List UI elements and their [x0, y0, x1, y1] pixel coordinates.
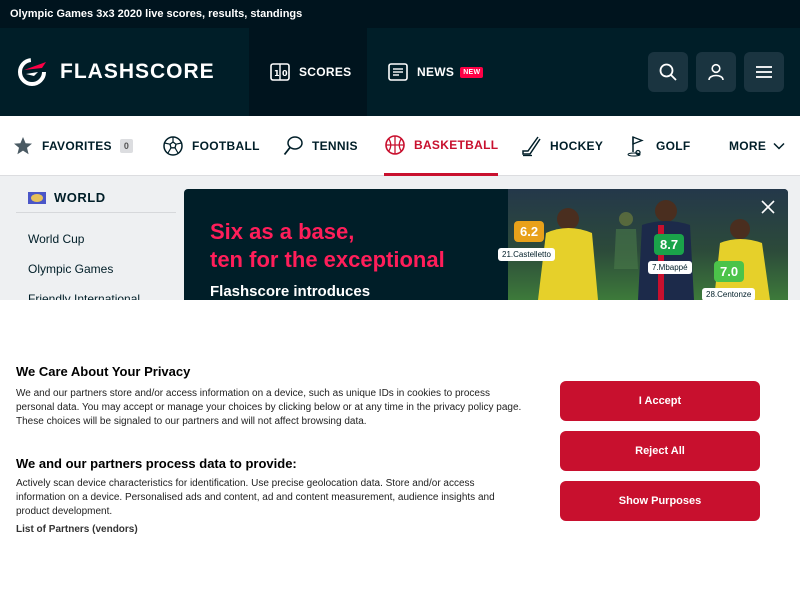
partners-link[interactable]: List of Partners (vendors) [16, 524, 138, 535]
golf-flag-icon [627, 136, 644, 157]
golf-label: GOLF [656, 139, 691, 153]
player-name-label: 7.Mbappé [648, 261, 692, 274]
sport-favorites[interactable]: FAVORITES 0 [12, 116, 134, 176]
players-photo [508, 189, 788, 300]
consent-purposes-text: Actively scan device characteristics for… [16, 478, 495, 517]
search-icon [659, 63, 677, 81]
sport-navigation: FAVORITES 0 FOOTBALL TENNIS BASKETBALL H… [0, 116, 800, 176]
reject-all-button[interactable]: Reject All [560, 431, 760, 471]
nav-news-label: NEWS [417, 65, 455, 79]
search-button[interactable] [648, 52, 688, 92]
basketball-icon [385, 134, 405, 155]
player-rating-badge: 6.2 [514, 221, 545, 242]
flashscore-logo[interactable]: FLASHSCORE [16, 56, 215, 88]
sport-hockey[interactable]: HOCKEY [520, 116, 603, 176]
more-label: MORE [729, 139, 767, 153]
star-icon [14, 137, 32, 155]
sport-tennis[interactable]: TENNIS [282, 116, 358, 176]
user-button[interactable] [696, 52, 736, 92]
football-label: FOOTBALL [192, 139, 260, 153]
banner-subheadline: Flashscore introduces [210, 283, 371, 300]
nav-scores[interactable]: 1 0 SCORES [249, 28, 367, 116]
news-icon [388, 63, 408, 81]
player-rating-badge: 8.7 [654, 234, 685, 255]
sport-football[interactable]: FOOTBALL [162, 116, 260, 176]
tennis-label: TENNIS [312, 139, 358, 153]
svg-text:0: 0 [282, 69, 288, 78]
show-purposes-button[interactable]: Show Purposes [560, 481, 760, 521]
sport-golf[interactable]: GOLF [626, 116, 691, 176]
svg-text:1: 1 [274, 69, 280, 78]
close-icon[interactable] [758, 197, 778, 217]
favorites-label: FAVORITES [42, 139, 112, 153]
hockey-stick-icon [522, 136, 541, 157]
sport-basketball[interactable]: BASKETBALL [384, 116, 499, 176]
consent-description: We and our partners store and/or access … [16, 388, 522, 427]
sport-more[interactable]: MORE [729, 116, 786, 176]
nav-scores-label: SCORES [299, 65, 352, 79]
logo-text: FLASHSCORE [60, 60, 215, 83]
nav-news[interactable]: NEWS NEW [387, 28, 484, 116]
player-rating-badge: 7.0 [714, 261, 745, 282]
consent-subtitle: We and our partners process data to prov… [16, 456, 297, 471]
logo-icon [18, 58, 46, 86]
chevron-down-icon [773, 142, 785, 150]
player-name-label: 28.Centonze [702, 288, 756, 300]
page-title-bar: Olympic Games 3x3 2020 live scores, resu… [0, 0, 800, 28]
player-name-label: 21.Castelletto [498, 248, 555, 261]
privacy-consent-dialog: We Care About Your Privacy We and our pa… [0, 300, 800, 600]
site-header: FLASHSCORE 1 0 SCORES NEWS NEW [0, 28, 800, 116]
sidebar-link-world-cup[interactable]: World Cup [28, 232, 84, 246]
left-sidebar: WORLD World Cup Olympic Games Friendly I… [16, 180, 176, 306]
menu-icon [756, 66, 772, 78]
user-icon [708, 63, 724, 81]
new-badge: NEW [460, 66, 484, 78]
promo-banner[interactable]: Six as a base, ten for the exceptional F… [184, 189, 788, 300]
football-icon [163, 136, 183, 156]
basketball-label: BASKETBALL [414, 137, 499, 152]
world-heading[interactable]: WORLD [28, 190, 106, 205]
scores-icon: 1 0 [270, 63, 290, 81]
hockey-label: HOCKEY [550, 139, 604, 153]
menu-button[interactable] [744, 52, 784, 92]
tennis-racket-icon [283, 136, 303, 156]
sidebar-link-olympic-games[interactable]: Olympic Games [28, 262, 113, 276]
banner-headline-1: Six as a base, [210, 219, 355, 244]
world-flag-icon [28, 191, 46, 204]
page-title: Olympic Games 3x3 2020 live scores, resu… [10, 8, 303, 20]
banner-headline-2: ten for the exceptional [210, 247, 445, 272]
divider [16, 212, 176, 213]
favorites-count: 0 [119, 139, 134, 153]
accept-button[interactable]: I Accept [560, 381, 760, 421]
world-label: WORLD [54, 190, 106, 205]
consent-title: We Care About Your Privacy [16, 364, 191, 379]
